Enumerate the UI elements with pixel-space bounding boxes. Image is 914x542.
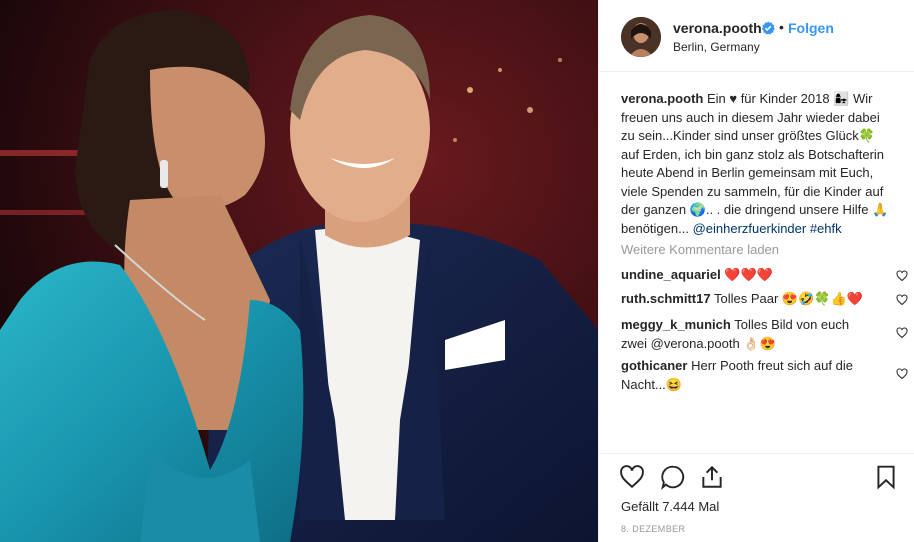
post-actions: Gefällt 7.444 Mal 8. DEZEMBER [599,453,914,542]
heart-small-icon[interactable] [896,327,908,339]
heart-small-icon[interactable] [896,270,908,282]
comment-item: meggy_k_munich Tolles Bild von euch zwei… [621,316,871,353]
comment-username[interactable]: ruth.schmitt17 [621,291,711,306]
post-photo-illustration [0,0,598,542]
caption-text: verona.pooth Ein ♥ für Kinder 2018 👩‍👧 W… [621,91,888,236]
caption-tags[interactable]: @einherzfuerkinder #ehfk [693,221,842,236]
post-photo[interactable] [0,0,598,542]
comment-item: gothicaner Herr Pooth freut sich auf die… [621,357,871,394]
likes-label: Gefällt [621,499,659,514]
caption-body: Ein ♥ für Kinder 2018 👩‍👧 Wir freuen uns… [621,91,889,236]
avatar-image [621,17,661,57]
comment-username[interactable]: meggy_k_munich [621,317,731,332]
comment-bubble-icon[interactable] [660,464,686,490]
follow-button[interactable]: Folgen [788,20,834,36]
likes-summary[interactable]: Gefällt 7.444 Mal [621,499,719,514]
likes-count: 7.444 Mal [662,499,720,514]
comment-username[interactable]: gothicaner [621,358,687,373]
heart-outline-icon[interactable] [619,464,645,490]
location-link[interactable]: Berlin, Germany [673,40,760,54]
instagram-post: verona.pooth • Folgen Berlin, Germany ve… [0,0,914,542]
post-header: verona.pooth • Folgen Berlin, Germany [599,0,914,72]
share-icon[interactable] [699,464,725,490]
bookmark-icon[interactable] [873,464,899,490]
caption: verona.pooth Ein ♥ für Kinder 2018 👩‍👧 W… [621,90,891,238]
comment-text: Tolles Paar 😍🤣🍀👍❤️ [713,291,863,306]
heart-small-icon[interactable] [896,294,908,306]
username[interactable]: verona.pooth [673,20,762,36]
comment-item: ruth.schmitt17 Tolles Paar 😍🤣🍀👍❤️ [621,290,871,309]
post-date[interactable]: 8. DEZEMBER [621,524,685,534]
post-sidebar: verona.pooth • Folgen Berlin, Germany ve… [598,0,914,542]
comment-text: ❤️❤️❤️ [724,267,773,282]
comment-username[interactable]: undine_aquariel [621,267,721,282]
avatar[interactable] [621,17,661,57]
header-separator: • [779,19,784,35]
load-more-comments-link[interactable]: Weitere Kommentare laden [621,242,779,257]
heart-small-icon[interactable] [896,368,908,380]
comment-item: undine_aquariel ❤️❤️❤️ [621,266,871,285]
caption-username[interactable]: verona.pooth [621,91,703,106]
verified-badge-icon [761,21,775,35]
